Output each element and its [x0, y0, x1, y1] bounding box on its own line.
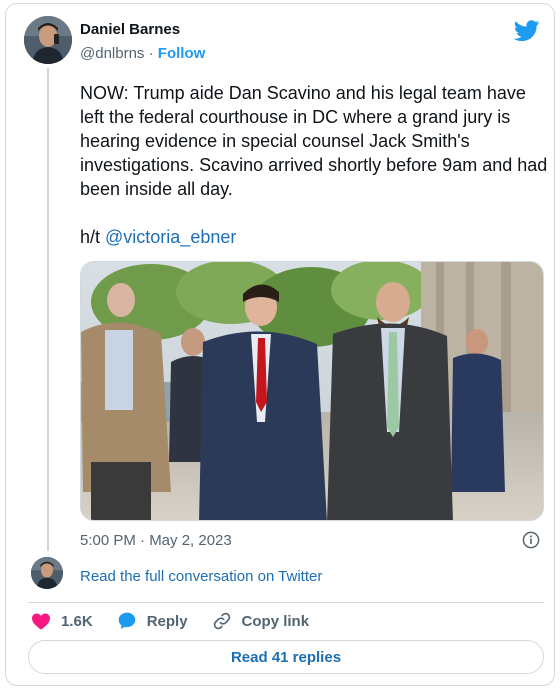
author-name[interactable]: Daniel Barnes	[80, 21, 180, 38]
tweet-paragraph: NOW: Trump aide Dan Scavino and his lega…	[80, 83, 548, 199]
tweet-photo[interactable]	[80, 261, 544, 521]
author-avatar-small[interactable]	[31, 557, 63, 589]
copy-link-button[interactable]: Copy link	[212, 611, 310, 631]
tweet-text: NOW: Trump aide Dan Scavino and his lega…	[80, 81, 548, 249]
action-bar: 1.6K Reply Copy link	[31, 610, 333, 632]
speech-bubble-icon	[118, 612, 136, 629]
author-handle-row: @dnlbrns · Follow	[80, 45, 205, 62]
author-avatar[interactable]	[24, 16, 72, 64]
author-handle[interactable]: @dnlbrns	[80, 45, 144, 62]
mention-link[interactable]: @victoria_ebner	[105, 227, 236, 247]
handle-separator: ·	[148, 45, 154, 62]
hat-tip-prefix: h/t	[80, 227, 106, 247]
twitter-bird-icon[interactable]	[514, 20, 540, 42]
divider	[28, 602, 544, 603]
like-button[interactable]: 1.6K	[31, 612, 93, 630]
thread-line	[47, 68, 49, 551]
hat-tip-line: h/t @victoria_ebner	[80, 225, 548, 249]
reply-label: Reply	[146, 612, 188, 630]
follow-link[interactable]: Follow	[158, 45, 206, 62]
link-icon	[213, 612, 230, 630]
tweet-embed-card: Daniel Barnes @dnlbrns · Follow NOW: Tru…	[5, 3, 555, 686]
reply-button[interactable]: Reply	[117, 611, 188, 631]
heart-icon	[32, 613, 50, 630]
read-replies-button[interactable]: Read 41 replies	[28, 640, 544, 674]
info-icon[interactable]	[522, 531, 540, 549]
read-conversation-link[interactable]: Read the full conversation on Twitter	[80, 568, 322, 585]
copy-link-label: Copy link	[241, 612, 310, 630]
tweet-timestamp[interactable]: 5:00 PM · May 2, 2023	[80, 532, 232, 549]
like-count: 1.6K	[61, 612, 93, 630]
